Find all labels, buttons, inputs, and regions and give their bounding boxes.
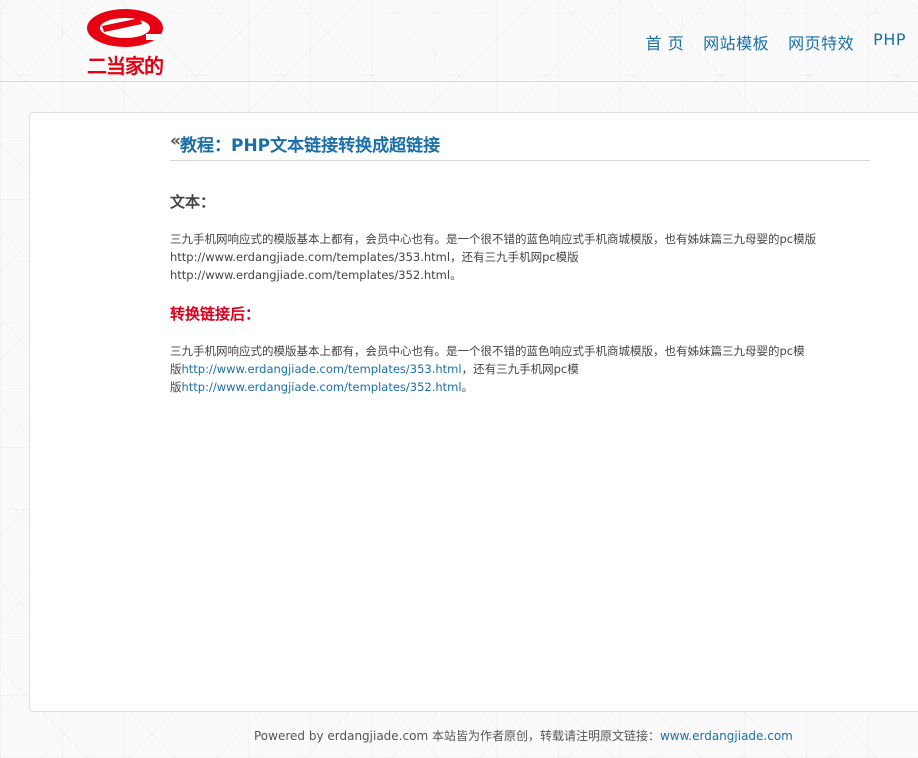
nav-item-home[interactable]: 首 页 (646, 30, 685, 54)
nav-item-website-templates[interactable]: 网站模板 (703, 30, 769, 54)
text-line-3: http://www.erdangjiade.com/templates/352… (170, 268, 462, 282)
footer-text: Powered by erdangjiade.com 本站皆为作者原创，转载请注… (254, 729, 660, 743)
article-panel: « 教程：PHP文本链接转换成超链接 文本： 三九手机网响应式的模版基本上都有，… (29, 112, 918, 712)
text-heading: 文本： (170, 193, 216, 211)
article-title-row: « 教程：PHP文本链接转换成超链接 (170, 129, 870, 161)
site-footer: Powered by erdangjiade.com 本站皆为作者原创，转载请注… (254, 727, 793, 744)
logo-text: 二当家的 (87, 54, 163, 76)
site-header: 二当家的 首 页 网站模板 网页特效 PHP (0, 0, 918, 82)
double-chevron-left-icon[interactable]: « (170, 133, 181, 150)
site-logo[interactable]: 二当家的 (80, 4, 170, 76)
main-nav: 首 页 网站模板 网页特效 PHP (646, 30, 906, 54)
converted-paragraph: 三九手机网响应式的模版基本上都有，会员中心也有。是一个很不错的蓝色响应式手机商城… (170, 342, 860, 396)
converted-heading: 转换链接后： (170, 305, 261, 323)
template-352-link[interactable]: http://www.erdangjiade.com/templates/352… (182, 380, 462, 394)
logo-e-icon: 二当家的 (87, 9, 164, 76)
converted-suffix: 。 (461, 380, 474, 394)
nav-item-php[interactable]: PHP (873, 30, 906, 54)
converted-prefix-1: 版 (170, 362, 182, 376)
nav-item-web-effects[interactable]: 网页特效 (788, 30, 854, 54)
template-353-link[interactable]: http://www.erdangjiade.com/templates/353… (182, 362, 462, 376)
text-paragraph: 三九手机网响应式的模版基本上都有，会员中心也有。是一个很不错的蓝色响应式手机商城… (170, 230, 860, 284)
article-title: 教程：PHP文本链接转换成超链接 (179, 135, 441, 156)
article-content: « 教程：PHP文本链接转换成超链接 文本： 三九手机网响应式的模版基本上都有，… (170, 113, 870, 394)
converted-middle: ，还有三九手机网pc模 (461, 362, 579, 376)
footer-site-link[interactable]: www.erdangjiade.com (660, 729, 793, 743)
text-line-2: http://www.erdangjiade.com/templates/353… (170, 250, 579, 264)
converted-prefix-2: 版 (170, 380, 182, 394)
converted-line-1: 三九手机网响应式的模版基本上都有，会员中心也有。是一个很不错的蓝色响应式手机商城… (170, 344, 805, 358)
text-line-1: 三九手机网响应式的模版基本上都有，会员中心也有。是一个很不错的蓝色响应式手机商城… (170, 232, 817, 246)
